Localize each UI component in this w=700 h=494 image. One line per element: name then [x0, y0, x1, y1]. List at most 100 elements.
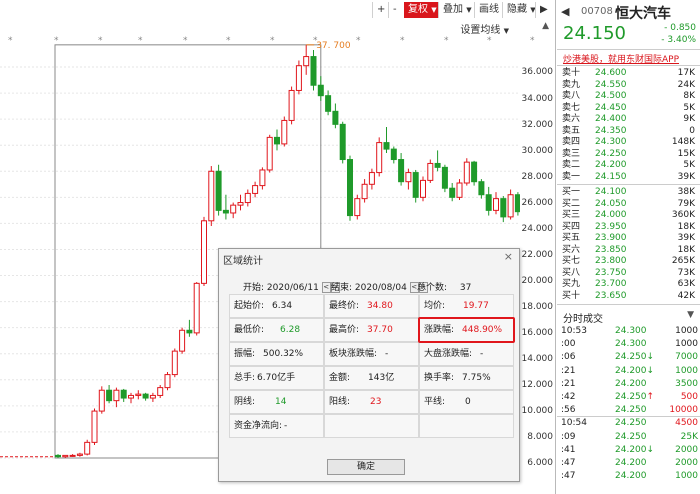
candle-body — [171, 350, 178, 376]
candle-body — [201, 220, 207, 284]
candle-body — [354, 198, 361, 217]
bid-row[interactable]: 买二 24.050 79K — [557, 199, 700, 211]
tick-row[interactable]: :06 24.250↓ 7000 — [557, 351, 700, 364]
star-icon: * — [98, 36, 103, 46]
range-stats-dialog[interactable]: 区域统计 × 开始: 2020/06/11 < > 结束: 2020/08/04 … — [218, 248, 520, 482]
ask-volume: 9K — [683, 114, 695, 124]
ask-volume: 39K — [677, 171, 695, 182]
ok-button[interactable]: 确定 — [327, 459, 405, 475]
ask-price: 24.150 — [595, 171, 627, 182]
tick-time: :00 — [561, 339, 576, 350]
ask-row[interactable]: 卖八 24.500 8K — [557, 91, 700, 103]
candle-body — [281, 119, 288, 145]
zoom-out-button[interactable]: - — [388, 2, 401, 18]
collapse-up-icon[interactable]: ▲ — [542, 21, 549, 31]
indicator-setting-button[interactable]: 设置均线 ▼ — [460, 21, 509, 36]
stat-cell-low: 最低价: 6.28 — [229, 318, 324, 342]
ask-row[interactable]: 卖四 24.300 148K — [557, 137, 700, 149]
chevron-down-icon[interactable]: ▼ — [687, 310, 694, 320]
zoom-in-button[interactable]: + — [372, 2, 389, 18]
candle-body — [120, 389, 127, 399]
tick-time: :21 — [561, 365, 576, 376]
tick-row[interactable]: :47 24.200 2000 — [557, 457, 700, 470]
bid-price: 24.100 — [595, 187, 627, 197]
bid-row[interactable]: 买十 23.650 42K — [557, 291, 700, 303]
ask-level: 卖五 — [562, 125, 581, 136]
tick-time: :47 — [561, 458, 576, 468]
bid-row[interactable]: 买四 23.950 18K — [557, 222, 700, 234]
tick-row[interactable]: 10:53 24.300 1000 — [557, 325, 700, 338]
close-icon[interactable]: × — [504, 250, 513, 263]
ask-row[interactable]: 卖一 24.150 39K — [557, 172, 700, 184]
chevron-down-icon: ▼ — [431, 6, 437, 14]
tick-row[interactable]: :21 24.200 3500 — [557, 378, 700, 391]
star-icon: * — [183, 36, 188, 46]
bid-row[interactable]: 买三 24.000 360K — [557, 210, 700, 222]
ask-row[interactable]: 卖三 24.250 15K — [557, 149, 700, 161]
y-tick-label: 30.000 — [521, 146, 554, 156]
tick-time: :56 — [561, 405, 576, 416]
tick-row[interactable]: :21 24.200↓ 1000 — [557, 365, 700, 378]
bid-row[interactable]: 买七 23.800 265K — [557, 256, 700, 268]
hide-button[interactable]: 隐藏 ▼ — [502, 2, 540, 18]
tick-time: 10:54 — [561, 418, 587, 429]
tick-price: 24.250 — [615, 405, 647, 416]
adjust-price-button[interactable]: 复权 ▼ — [404, 2, 438, 18]
bid-volume: 360K — [671, 210, 695, 220]
bid-price: 24.050 — [595, 198, 627, 209]
candle-body — [274, 136, 280, 145]
quote-panel: ◀ 00708 恒大汽车 24.150 - 0.850 - 3.40% 炒港美股… — [557, 0, 700, 494]
overlay-button[interactable]: 叠加 ▼ — [438, 2, 476, 18]
change-percent: - 3.40% — [661, 35, 696, 45]
candle-body — [493, 198, 499, 211]
bid-row[interactable]: 买九 23.700 63K — [557, 279, 700, 291]
tick-volume: 500 — [680, 392, 698, 402]
tick-row[interactable]: :41 24.200↓ 2000 — [557, 444, 700, 457]
y-tick-label: 14.000 — [521, 354, 554, 364]
more-arrow-icon[interactable]: ▶ — [535, 2, 552, 18]
candle-body — [507, 194, 514, 218]
candle-body — [142, 393, 149, 399]
tick-arrow-icon: ↑ — [646, 392, 655, 402]
tick-row[interactable]: :09 24.250 25K — [557, 431, 700, 444]
ask-row[interactable]: 卖十 24.600 17K — [557, 68, 700, 80]
candle-body — [113, 389, 120, 402]
ask-row[interactable]: 卖二 24.200 5K — [557, 160, 700, 172]
start-label: 开始: — [243, 283, 265, 293]
end-label: 结束: — [331, 283, 353, 293]
bid-price: 23.700 — [595, 279, 627, 289]
draw-line-button[interactable]: 画线 — [474, 2, 503, 18]
y-tick-label: 26.000 — [521, 198, 554, 208]
ask-row[interactable]: 卖九 24.550 24K — [557, 80, 700, 92]
bid-row[interactable]: 买六 23.850 18K — [557, 245, 700, 257]
ask-row[interactable]: 卖五 24.350 0 — [557, 126, 700, 138]
tick-price: 24.300 — [615, 339, 647, 350]
tick-row[interactable]: :56 24.250 10000 — [557, 404, 700, 417]
y-tick-label: 16.000 — [521, 328, 554, 338]
candle-body — [376, 142, 383, 174]
ask-row[interactable]: 卖七 24.450 5K — [557, 103, 700, 115]
ask-level: 卖二 — [562, 160, 581, 170]
back-arrow-icon[interactable]: ◀ — [561, 5, 569, 18]
tick-row[interactable]: :00 24.300 1000 — [557, 338, 700, 351]
y-tick-label: 24.000 — [521, 224, 554, 234]
stat-cell-close: 最终价: 34.80 — [324, 294, 419, 318]
candle-body — [106, 389, 113, 402]
ask-row[interactable]: 卖六 24.400 9K — [557, 114, 700, 126]
kline-chart-pane[interactable]: 37. 700 + - 复权 ▼ 叠加 ▼ 画线 隐藏 ▼ ▶ 设置均线 ▼ ▲… — [0, 0, 556, 494]
candle-body — [295, 65, 302, 91]
tick-row[interactable]: 10:54 24.250 4500 — [557, 417, 700, 430]
bid-row[interactable]: 买五 23.900 39K — [557, 233, 700, 245]
y-tick-label: 10.000 — [521, 406, 554, 416]
candle-body — [390, 148, 397, 161]
tick-row[interactable]: :47 24.200 1000 — [557, 470, 700, 483]
candle-body — [463, 161, 470, 184]
tick-price: 24.200 — [615, 378, 647, 389]
tick-row[interactable]: :42 24.250↑ 500 — [557, 391, 700, 404]
start-prev-button[interactable]: < — [321, 282, 331, 293]
bid-row[interactable]: 买八 23.750 73K — [557, 268, 700, 280]
promo-banner-link[interactable]: 炒港美股，就用东财国际APP — [557, 52, 700, 66]
candle-body — [259, 169, 266, 187]
price-change: - 0.850 - 3.40% — [661, 22, 696, 46]
bid-row[interactable]: 买一 24.100 38K — [557, 187, 700, 199]
